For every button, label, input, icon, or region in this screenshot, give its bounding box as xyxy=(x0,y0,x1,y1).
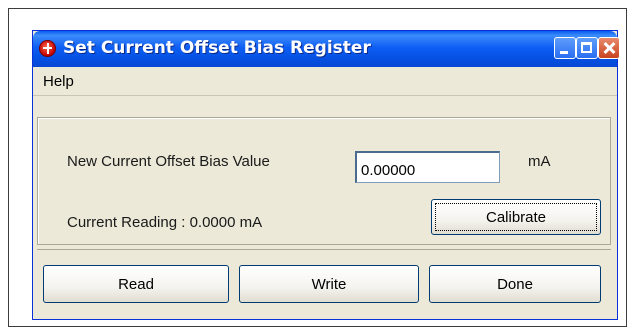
menu-bar: Help xyxy=(33,67,617,96)
dialog-window: Set Current Offset Bias Register Help Ne… xyxy=(32,30,620,320)
unit-label: mA xyxy=(528,153,551,170)
write-button[interactable]: Write xyxy=(239,265,419,303)
window-title: Set Current Offset Bias Register xyxy=(63,38,371,58)
write-label: Write xyxy=(311,275,347,293)
menu-help[interactable]: Help xyxy=(43,73,74,90)
focus-rect xyxy=(435,203,597,231)
offset-bias-input[interactable] xyxy=(355,151,500,183)
read-label: Read xyxy=(118,275,154,293)
current-reading-label: Current Reading : 0.0000 mA xyxy=(67,214,263,231)
new-value-label: New Current Offset Bias Value xyxy=(67,153,270,170)
done-button[interactable]: Done xyxy=(429,265,601,303)
close-button[interactable] xyxy=(598,37,620,59)
maximize-button[interactable] xyxy=(576,37,598,59)
done-label: Done xyxy=(497,275,533,293)
minimize-button[interactable] xyxy=(554,37,576,59)
calibrate-button[interactable]: Calibrate xyxy=(431,199,601,235)
app-icon xyxy=(39,40,56,57)
title-bar[interactable]: Set Current Offset Bias Register xyxy=(33,31,620,67)
read-button[interactable]: Read xyxy=(43,265,229,303)
